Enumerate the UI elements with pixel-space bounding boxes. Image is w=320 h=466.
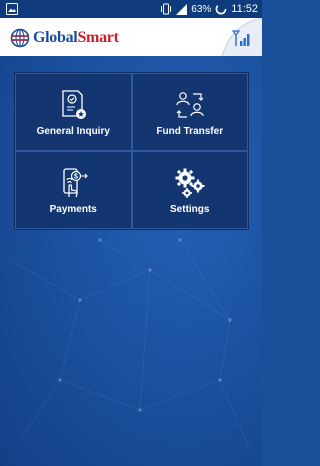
general-inquiry-button[interactable]: General Inquiry xyxy=(15,73,132,151)
payments-label: Payments xyxy=(49,203,97,215)
svg-text:$: $ xyxy=(74,173,78,180)
brand-name-part1: Global xyxy=(33,29,78,46)
connection-signal-icon[interactable] xyxy=(232,29,252,47)
mobile-payment-icon: $ xyxy=(63,167,89,197)
vibrate-icon xyxy=(161,3,172,15)
fund-transfer-button[interactable]: Fund Transfer xyxy=(131,73,248,151)
status-bar: 63% 11:52 xyxy=(0,0,262,18)
clock: 11:52 xyxy=(231,3,258,15)
image-notification-icon xyxy=(6,3,18,15)
brand-name-part2: Smart xyxy=(77,29,119,46)
cell-signal-icon xyxy=(176,3,188,15)
globe-logo-icon xyxy=(10,28,30,48)
settings-button[interactable]: Settings xyxy=(131,151,248,229)
document-badge-icon xyxy=(62,89,87,119)
fund-transfer-label: Fund Transfer xyxy=(156,125,224,137)
general-inquiry-label: General Inquiry xyxy=(36,125,110,137)
brand-logo: GlobalSmart xyxy=(33,28,119,48)
battery-percent: 63% xyxy=(191,3,212,15)
user-exchange-icon xyxy=(176,91,204,118)
network-background xyxy=(0,0,262,466)
settings-label: Settings xyxy=(170,203,210,215)
main-menu-grid: General Inquiry Fund Transfer $ Payments xyxy=(14,72,249,230)
gears-icon xyxy=(175,168,205,198)
payments-button[interactable]: $ Payments xyxy=(15,151,132,229)
battery-charging-icon xyxy=(215,3,227,15)
